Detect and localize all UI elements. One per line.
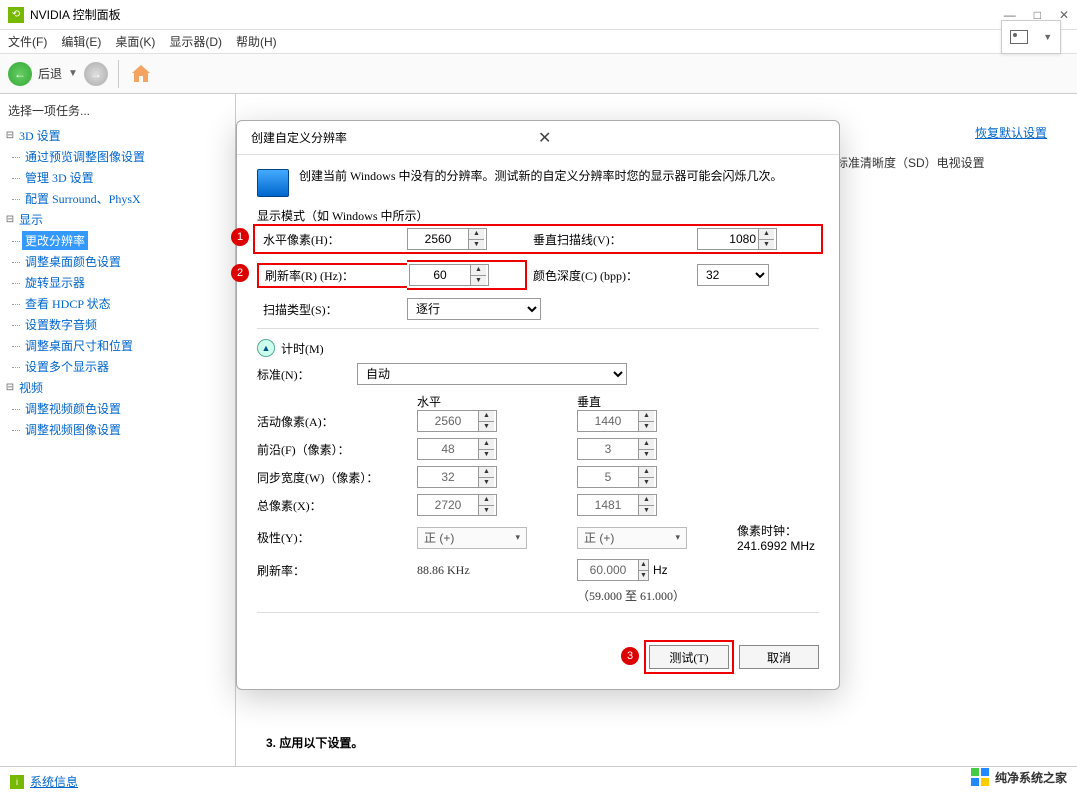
col-h-header: 水平 [417, 393, 577, 410]
timing-collapse[interactable]: ▲ [257, 339, 275, 357]
sidebar-item-videocolor[interactable]: 调整视频颜色设置 [22, 399, 124, 418]
menu-file[interactable]: 文件(F) [8, 33, 47, 50]
colordepth-label: 颜色深度(C) (bpp)： [527, 267, 697, 284]
menu-desktop[interactable]: 桌面(K) [115, 33, 155, 50]
display-mode-label: 显示模式（如 Windows 中所示） [257, 207, 819, 224]
vlines-input[interactable]: ▲▼ [697, 228, 777, 250]
sidebar-item-desktopcolor[interactable]: 调整桌面颜色设置 [22, 252, 124, 271]
col-v-header: 垂直 [577, 393, 737, 410]
forward-button[interactable]: → [84, 62, 108, 86]
total-v-input[interactable]: ▲▼ [577, 494, 657, 516]
watermark-icon [971, 768, 989, 786]
tree-toggle-video[interactable]: ⊟ [4, 382, 16, 393]
menu-help[interactable]: 帮助(H) [236, 33, 277, 50]
hpixels-label: 水平像素(H)： [257, 231, 407, 248]
watermark: 纯净系统之家 [971, 768, 1067, 786]
back-label: 后退 [38, 65, 62, 82]
window-title: NVIDIA 控制面板 [30, 6, 1004, 23]
scantype-select[interactable]: 逐行 [407, 298, 541, 320]
refresh-label: 刷新率(R) (Hz)： [257, 263, 407, 288]
step3-heading: 3. 应用以下设置。 [266, 734, 363, 751]
active-h-input[interactable]: ▲▼ [417, 410, 497, 432]
polarity-v-select[interactable]: 正 (+) [577, 527, 687, 549]
standard-select[interactable]: 自动 [357, 363, 627, 385]
chevron-down-icon[interactable]: ▼ [1043, 32, 1052, 42]
pixclock-label: 像素时钟： [737, 522, 819, 539]
menubar: 文件(F) 编辑(E) 桌面(K) 显示器(D) 帮助(H) [0, 30, 1077, 54]
frontporch-label: 前沿(F)（像素）： [257, 441, 417, 458]
scantype-label: 扫描类型(S)： [257, 301, 407, 318]
standard-label: 标准(N)： [257, 366, 357, 383]
sidebar-item-preview[interactable]: 通过预览调整图像设置 [22, 147, 148, 166]
timing-label: 计时(M) [281, 340, 324, 357]
sidebar-item-surround[interactable]: 配置 Surround、PhysX [22, 189, 144, 208]
sidebar-item-manage3d[interactable]: 管理 3D 设置 [22, 168, 97, 187]
syncwidth-h-input[interactable]: ▲▼ [417, 466, 497, 488]
pixclock-value: 241.6992 MHz [737, 539, 819, 553]
menu-edit[interactable]: 编辑(E) [61, 33, 101, 50]
active-v-input[interactable]: ▲▼ [577, 410, 657, 432]
tree-toggle-display[interactable]: ⊟ [4, 214, 16, 225]
sidebar-item-hdcp[interactable]: 查看 HDCP 状态 [22, 294, 114, 313]
sidebar-item-rotate[interactable]: 旋转显示器 [22, 273, 88, 292]
sidebar-title: 选择一项任务... [4, 100, 231, 121]
refresh-input[interactable]: ▲▼ [409, 264, 489, 286]
refreshrate-label: 刷新率： [257, 562, 417, 579]
polarity-h-select[interactable]: 正 (+) [417, 527, 527, 549]
footer: i 系统信息 [0, 766, 1077, 796]
tree-toggle-3d[interactable]: ⊟ [4, 130, 16, 141]
floating-tool[interactable]: ▼ [1001, 20, 1061, 54]
refreshrate-unit: Hz [653, 563, 668, 577]
sidebar-item-audio[interactable]: 设置数字音频 [22, 315, 100, 334]
home-icon[interactable] [129, 62, 153, 86]
total-label: 总像素(X)： [257, 497, 417, 514]
tree-section-display[interactable]: 显示 [16, 210, 46, 229]
custom-resolution-dialog: 创建自定义分辨率 ✕ 创建当前 Windows 中没有的分辨率。测试新的自定义分… [236, 120, 840, 690]
marker-1: 1 [231, 228, 249, 246]
frontporch-v-input[interactable]: ▲▼ [577, 438, 657, 460]
test-button[interactable]: 测试(T) [649, 645, 729, 669]
dialog-close-button[interactable]: ✕ [538, 128, 825, 148]
refresh-range: （59.000 至 61.000） [577, 587, 737, 604]
vlines-label: 垂直扫描线(V)： [527, 231, 697, 248]
cancel-button[interactable]: 取消 [739, 645, 819, 669]
dialog-title: 创建自定义分辨率 [251, 129, 538, 146]
separator [118, 60, 119, 88]
nvidia-icon: ⟲ [8, 7, 24, 23]
tree-section-video[interactable]: 视频 [16, 378, 46, 397]
frontporch-h-input[interactable]: ▲▼ [417, 438, 497, 460]
restore-defaults-link[interactable]: 恢复默认设置 [975, 124, 1047, 141]
marker-3: 3 [621, 647, 639, 665]
sidebar: 选择一项任务... ⊟3D 设置 通过预览调整图像设置 管理 3D 设置 配置 … [0, 94, 236, 766]
sidebar-item-videoimage[interactable]: 调整视频图像设置 [22, 420, 124, 439]
refreshrate-h: 88.86 KHz [417, 563, 577, 578]
polarity-label: 极性(Y)： [257, 529, 417, 546]
active-label: 活动像素(A)： [257, 413, 417, 430]
syncwidth-v-input[interactable]: ▲▼ [577, 466, 657, 488]
tree-section-3d[interactable]: 3D 设置 [16, 126, 64, 145]
titlebar: ⟲ NVIDIA 控制面板 — □ ✕ [0, 0, 1077, 30]
monitor-icon [257, 169, 289, 197]
total-h-input[interactable]: ▲▼ [417, 494, 497, 516]
image-icon [1010, 30, 1028, 44]
back-button[interactable]: ← [8, 62, 32, 86]
back-dropdown[interactable]: ▼ [68, 68, 78, 79]
dialog-info-text: 创建当前 Windows 中没有的分辨率。测试新的自定义分辨率时您的显示器可能会… [299, 167, 783, 197]
sidebar-item-multi[interactable]: 设置多个显示器 [22, 357, 112, 376]
refreshrate-v-input[interactable]: ▲▼ [577, 559, 649, 581]
sidebar-item-size[interactable]: 调整桌面尺寸和位置 [22, 336, 136, 355]
sysinfo-icon: i [10, 775, 24, 789]
toolbar: ← 后退 ▼ → [0, 54, 1077, 94]
marker-2: 2 [231, 264, 249, 282]
sidebar-item-resolution[interactable]: 更改分辨率 [22, 231, 88, 250]
sysinfo-link[interactable]: 系统信息 [30, 773, 78, 790]
menu-display[interactable]: 显示器(D) [169, 33, 222, 50]
hpixels-input[interactable]: ▲▼ [407, 228, 487, 250]
syncwidth-label: 同步宽度(W)（像素）： [257, 469, 417, 486]
colordepth-select[interactable]: 32 [697, 264, 769, 286]
watermark-text: 纯净系统之家 [995, 769, 1067, 786]
